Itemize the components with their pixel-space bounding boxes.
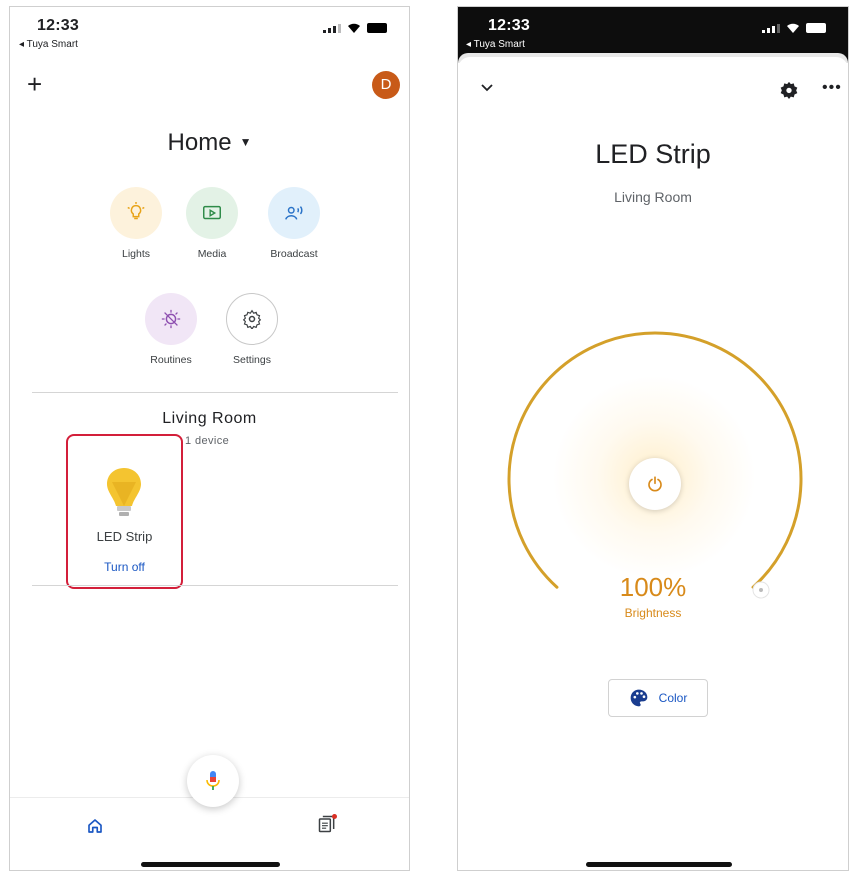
device-room: Living Room [614,189,692,205]
home-indicator [141,862,280,867]
device-detail-screen: 12:33 ◂ Tuya Smart ••• LED Strip Living … [457,6,849,871]
caret-down-icon: ▼ [239,135,252,149]
system-icons [762,23,826,33]
divider [32,585,398,586]
divider [32,392,398,393]
sheet-top [458,57,848,69]
more-options-icon[interactable]: ••• [822,79,842,97]
shortcut-settings[interactable]: Settings [210,293,294,366]
shortcut-label: Settings [233,354,271,366]
color-button-label: Color [658,691,688,705]
wifi-icon [787,23,799,33]
status-bar: 12:33 ◂ Tuya Smart [10,7,409,55]
device-title: LED Strip [595,139,711,169]
battery-icon [806,23,826,33]
room-device-count: 1 device [185,435,230,447]
home-screen: 12:33 ◂ Tuya Smart + D Home ▼ Lights Medi… [9,6,410,871]
system-icons [323,23,387,33]
home-icon[interactable] [86,817,104,835]
device-name: LED Strip [96,529,153,544]
shortcut-label: Routines [150,354,192,366]
battery-icon [367,23,387,33]
device-tile-led-strip[interactable]: LED Strip Turn off [66,434,183,589]
signal-icon [323,24,341,33]
shortcut-media[interactable]: Media [170,187,254,260]
mic-icon [206,771,220,790]
wifi-icon [348,23,360,33]
shortcut-broadcast[interactable]: Broadcast [252,187,336,260]
routines-icon [145,293,197,345]
back-to-app-link[interactable]: ◂ Tuya Smart [19,39,78,50]
signal-icon [762,24,780,33]
shortcut-label: Broadcast [270,248,318,260]
shortcut-label: Lights [121,248,151,260]
back-to-app-link[interactable]: ◂ Tuya Smart [466,39,525,50]
shortcut-lights[interactable]: Lights [94,187,178,260]
turn-off-link[interactable]: Turn off [68,560,181,574]
bulb-icon [107,468,141,516]
brightness-label: Brightness [624,606,682,620]
add-button[interactable]: + [27,71,42,97]
media-play-icon [186,187,238,239]
power-icon [648,476,662,492]
avatar[interactable]: D [372,71,400,99]
chevron-down-icon[interactable] [480,83,494,93]
broadcast-icon [268,187,320,239]
color-button[interactable]: Color [608,679,708,717]
gear-icon[interactable] [779,81,799,101]
home-indicator [586,862,732,867]
feed-icon[interactable] [317,814,337,834]
status-time: 12:33 [37,17,79,34]
gear-icon [226,293,278,345]
brightness-value: 100% [619,572,687,602]
status-time: 12:33 [488,17,530,34]
lightbulb-icon [110,187,162,239]
shortcut-routines[interactable]: Routines [129,293,213,366]
page-title: Home [167,129,232,156]
power-button[interactable] [629,458,681,510]
room-title: Living Room [162,410,257,427]
home-selector[interactable]: Home ▼ [10,129,409,157]
palette-icon [630,689,647,707]
mic-button[interactable] [187,755,239,807]
shortcut-label: Media [197,248,227,260]
